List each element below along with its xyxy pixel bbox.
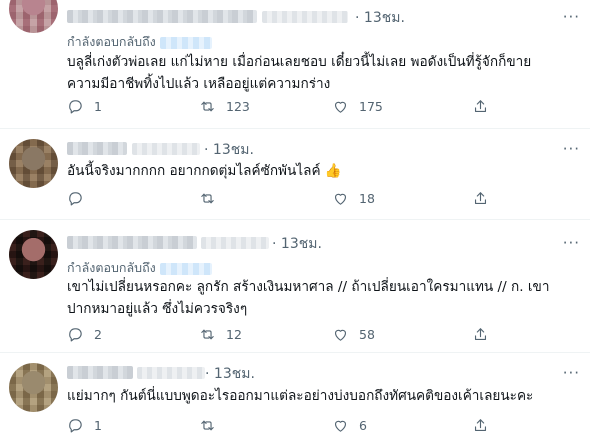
tweet-text: แย่มากๆ กันต์นี่แบบพูดอะไรออกมาแต่ละอย่า… xyxy=(67,388,534,404)
display-name-blurred[interactable] xyxy=(67,236,197,249)
thumbs-up-emoji: 👍 xyxy=(324,163,342,179)
reply-icon xyxy=(69,328,82,342)
retweet-count: 123 xyxy=(226,99,250,114)
retweet-icon xyxy=(201,420,214,431)
reply-button[interactable]: 1 xyxy=(67,417,102,434)
heart-icon xyxy=(334,329,347,341)
timestamp[interactable]: · 13ชม. xyxy=(205,363,255,385)
share-button[interactable] xyxy=(472,417,489,434)
share-icon xyxy=(474,419,487,432)
avatar[interactable] xyxy=(9,139,58,188)
share-button[interactable] xyxy=(472,98,489,115)
like-count: 175 xyxy=(359,99,383,114)
avatar[interactable] xyxy=(9,363,58,412)
heart-icon xyxy=(334,193,347,205)
tweet-actions: 1 6 xyxy=(67,417,497,437)
reply-button[interactable]: 1 xyxy=(67,98,102,115)
more-options-icon[interactable]: ··· xyxy=(563,8,580,26)
retweet-button[interactable]: 12 xyxy=(199,326,242,343)
reply-icon xyxy=(69,419,82,433)
avatar[interactable] xyxy=(9,0,58,33)
reply-button[interactable] xyxy=(67,190,94,207)
handle-blurred xyxy=(132,143,200,155)
like-button[interactable]: 58 xyxy=(332,326,375,343)
retweet-icon xyxy=(201,101,214,112)
display-name-blurred[interactable] xyxy=(67,10,257,23)
more-options-icon[interactable]: ··· xyxy=(563,234,580,252)
tweet-actions: 1 123 175 xyxy=(67,98,497,118)
timestamp[interactable]: · 13ชม. xyxy=(204,139,254,161)
share-button[interactable] xyxy=(472,190,489,207)
retweet-icon xyxy=(201,193,214,204)
reply-count: 1 xyxy=(94,99,102,114)
like-count: 6 xyxy=(359,418,367,433)
mention-blurred[interactable] xyxy=(159,36,212,49)
mention-blurred[interactable] xyxy=(159,262,212,275)
share-icon xyxy=(474,192,487,205)
tweet-text: บลูลี่เก่งตัวพ่อเลย แก่ไม่หาย เมื่อก่อนเ… xyxy=(67,54,532,92)
like-count: 58 xyxy=(359,327,375,342)
heart-icon xyxy=(334,420,347,432)
like-button[interactable]: 175 xyxy=(332,98,383,115)
avatar[interactable] xyxy=(9,230,58,279)
handle-blurred xyxy=(137,367,205,379)
tweet-1[interactable]: · 13ชม. ··· กำลังตอบกลับถึง บลูลี่เก่งตั… xyxy=(0,0,590,128)
display-name-blurred[interactable] xyxy=(67,142,127,155)
replying-to: กำลังตอบกลับถึง xyxy=(67,32,212,52)
handle-blurred xyxy=(201,237,269,249)
handle-blurred xyxy=(262,11,348,23)
reply-icon xyxy=(69,192,82,206)
tweet-4[interactable]: · 13ชม. ··· แย่มากๆ กันต์นี่แบบพูดอะไรออ… xyxy=(0,353,590,439)
tweet-actions: 18 xyxy=(67,190,497,210)
tweet-text: เขาไม่เปลี่ยนหรอกคะ ลูกรัก สร้างเงินมหาศ… xyxy=(67,279,550,317)
tweet-actions: 2 12 58 xyxy=(67,326,497,346)
like-button[interactable]: 18 xyxy=(332,190,375,207)
share-icon xyxy=(474,328,487,341)
reply-count: 1 xyxy=(94,418,102,433)
more-options-icon[interactable]: ··· xyxy=(563,364,580,382)
reply-count: 2 xyxy=(94,327,102,342)
like-button[interactable]: 6 xyxy=(332,417,367,434)
share-button[interactable] xyxy=(472,326,489,343)
retweet-icon xyxy=(201,329,214,340)
share-icon xyxy=(474,100,487,113)
timestamp[interactable]: · 13ชม. xyxy=(355,7,405,29)
heart-icon xyxy=(334,101,347,113)
tweet-text: อันนี้จริงมากกกก อยากกดตุ่มไลค์ซักพันไลค… xyxy=(67,163,342,179)
reply-button[interactable]: 2 xyxy=(67,326,102,343)
retweet-count: 12 xyxy=(226,327,242,342)
retweet-button[interactable]: 123 xyxy=(199,98,250,115)
tweet-2[interactable]: · 13ชม. ··· อันนี้จริงมากกกก อยากกดตุ่มไ… xyxy=(0,129,590,211)
timestamp[interactable]: · 13ชม. xyxy=(272,233,322,255)
tweet-3[interactable]: · 13ชม. ··· กำลังตอบกลับถึง เขาไม่เปลี่ย… xyxy=(0,220,590,350)
display-name-blurred[interactable] xyxy=(67,366,133,379)
retweet-button[interactable] xyxy=(199,417,226,434)
reply-icon xyxy=(69,100,82,114)
more-options-icon[interactable]: ··· xyxy=(563,140,580,158)
retweet-button[interactable] xyxy=(199,190,226,207)
replying-to: กำลังตอบกลับถึง xyxy=(67,258,212,278)
like-count: 18 xyxy=(359,191,375,206)
